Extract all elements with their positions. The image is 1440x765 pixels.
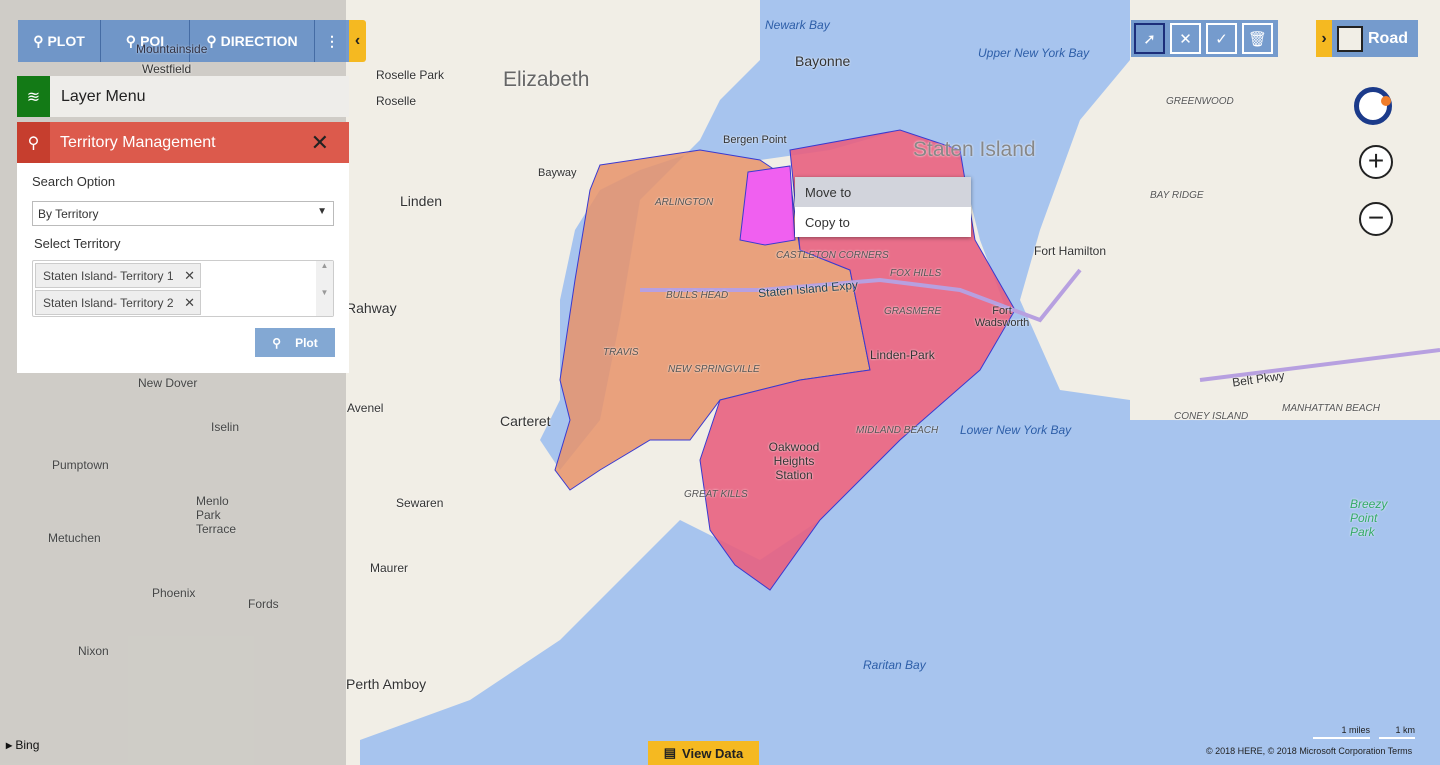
plot-label: PLOT (47, 33, 85, 49)
map-label: Linden (400, 193, 443, 209)
vertical-dots-icon: ⋮ (325, 32, 339, 49)
map-label: Upper New York Bay (978, 46, 1090, 60)
bing-logo: ▸ Bing (6, 738, 40, 752)
map-label: MANHATTAN BEACH (1282, 403, 1380, 414)
map-label: Oakwood Heights Station (768, 440, 820, 482)
territory-management-header: ⚲ Territory Management ✕ (17, 122, 349, 163)
map-label: Bergen Point (723, 134, 787, 146)
search-option-label: Search Option (32, 174, 116, 189)
map-type-label: Road (1368, 29, 1408, 47)
map-label: NEW SPRINGVILLE (668, 364, 760, 375)
map-label: Fort Wadsworth (974, 305, 1030, 329)
bing-text: Bing (15, 738, 40, 752)
map-label: Fort Hamilton (1034, 244, 1107, 258)
map-pin-icon: ⚲ (17, 122, 50, 163)
view-data-label: View Data (682, 745, 744, 761)
map-pin-icon: ⚲ (33, 32, 44, 49)
close-icon[interactable]: ✕ (311, 130, 329, 156)
direction-label: DIRECTION (220, 33, 298, 49)
chevron-left-icon: ‹ (354, 32, 361, 49)
plot-button-label: Plot (295, 335, 318, 350)
map-label: CASTLETON CORNERS (776, 250, 889, 261)
map-label: Roselle Park (376, 68, 445, 82)
map-type-button[interactable]: › Road (1316, 20, 1418, 57)
map-label: Bayway (538, 167, 577, 179)
map-label: GRASMERE (884, 306, 942, 317)
map-label: Lower New York Bay (960, 423, 1072, 437)
map-label: Maurer (370, 561, 409, 575)
select-territory-label: Select Territory (34, 236, 121, 251)
collapse-panel-button[interactable]: ‹ (349, 20, 366, 62)
copyright: © 2018 HERE, © 2018 Microsoft Corporatio… (1206, 746, 1413, 756)
map-label: Linden-Park (870, 348, 935, 362)
layers-icon: ≋ (17, 76, 50, 117)
remove-tag-icon[interactable]: ✕ (184, 295, 195, 311)
map-label: BAY RIDGE (1150, 190, 1204, 201)
table-icon: ▤ (663, 745, 677, 760)
view-data-button[interactable]: ▤ View Data (648, 741, 759, 765)
remove-tag-icon[interactable]: ✕ (184, 268, 195, 284)
map-label: Bayonne (795, 53, 851, 69)
map-label: Breezy Point Park (1350, 497, 1388, 539)
map-label: Carteret (500, 413, 551, 429)
territory-tag: Staten Island- Territory 1 ✕ (35, 263, 201, 288)
poi-label: POI (140, 33, 165, 49)
territory-tag: Staten Island- Territory 2 ✕ (35, 290, 201, 315)
map-label: ARLINGTON (655, 197, 714, 208)
layer-menu-label: Layer Menu (61, 87, 146, 105)
map-label: Perth Amboy (346, 676, 427, 692)
direction-tab[interactable]: ⚲ DIRECTION (190, 20, 315, 62)
map-label: Staten Island (913, 138, 1036, 161)
map-label: Raritan Bay (863, 658, 926, 672)
territory-panel: Search Option By Territory ▼ Select Terri… (17, 163, 349, 373)
territory-panel-title: Territory Management (60, 133, 216, 151)
search-option-value: By Territory (38, 207, 99, 221)
plot-tab[interactable]: ⚲ PLOT (18, 20, 101, 62)
road-map-thumbnail-icon (1337, 25, 1363, 52)
territory-tag-label: Staten Island- Territory 1 (43, 269, 174, 283)
territory-multiselect[interactable]: Staten Island- Territory 1 ✕ Staten Islan… (32, 260, 334, 317)
zoom-out-button[interactable]: − (1359, 202, 1393, 236)
plot-button[interactable]: ⚲ Plot (255, 328, 335, 357)
select-pointer-icon[interactable]: ➚ (1134, 23, 1165, 54)
map-label: Sewaren (396, 496, 444, 510)
chevron-right-icon: › (1316, 20, 1332, 57)
territory-tag-label: Staten Island- Territory 2 (43, 296, 174, 310)
trash-icon[interactable]: 🗑 (1242, 23, 1273, 54)
map-label: Rahway (346, 300, 397, 316)
map-label: MIDLAND BEACH (856, 425, 939, 436)
locate-globe-icon[interactable] (1354, 87, 1392, 125)
map-label: Elizabeth (503, 68, 590, 91)
context-menu-item-move-to[interactable]: Move to (795, 177, 971, 207)
poi-icon: ⚲ (125, 32, 137, 49)
map-label: CONEY ISLAND (1174, 411, 1249, 422)
context-menu-item-copy-to[interactable]: Copy to (795, 207, 971, 237)
scale-km: 1 km (1379, 725, 1415, 739)
layer-menu[interactable]: ≋ Layer Menu (17, 76, 349, 117)
more-button[interactable]: ⋮ (315, 20, 349, 62)
confirm-selection-icon[interactable]: ✓ (1206, 23, 1237, 54)
search-option-select[interactable]: By Territory ▼ (32, 201, 334, 226)
map-label: Roselle (376, 94, 417, 108)
map-label: Avenel (347, 401, 384, 415)
selection-toolbar: ➚ ✕ ✓ 🗑 (1131, 20, 1278, 57)
map-label: Newark Bay (765, 18, 830, 32)
dropdown-arrow-icon: ▼ (317, 206, 327, 217)
main-toolbar: ⚲ PLOT ⚲ POI ⚲ DIRECTION ⋮ (18, 20, 349, 62)
map-label: GREAT KILLS (684, 489, 748, 500)
map-label: GREENWOOD (1166, 96, 1234, 107)
map-label: FOX HILLS (890, 268, 942, 279)
context-menu: Move to Copy to (795, 177, 971, 237)
selected-territory (739, 165, 796, 246)
map-pin-icon: ⚲ (272, 335, 282, 350)
direction-icon: ⚲ (206, 32, 217, 49)
clear-selection-icon[interactable]: ✕ (1170, 23, 1201, 54)
map-label: BULLS HEAD (666, 290, 729, 301)
zoom-in-button[interactable]: + (1359, 145, 1393, 179)
scrollbar[interactable]: ▲ ▼ (316, 261, 333, 316)
poi-tab[interactable]: ⚲ POI (101, 20, 190, 62)
map-label: TRAVIS (603, 347, 639, 358)
scale-miles: 1 miles (1313, 725, 1370, 739)
